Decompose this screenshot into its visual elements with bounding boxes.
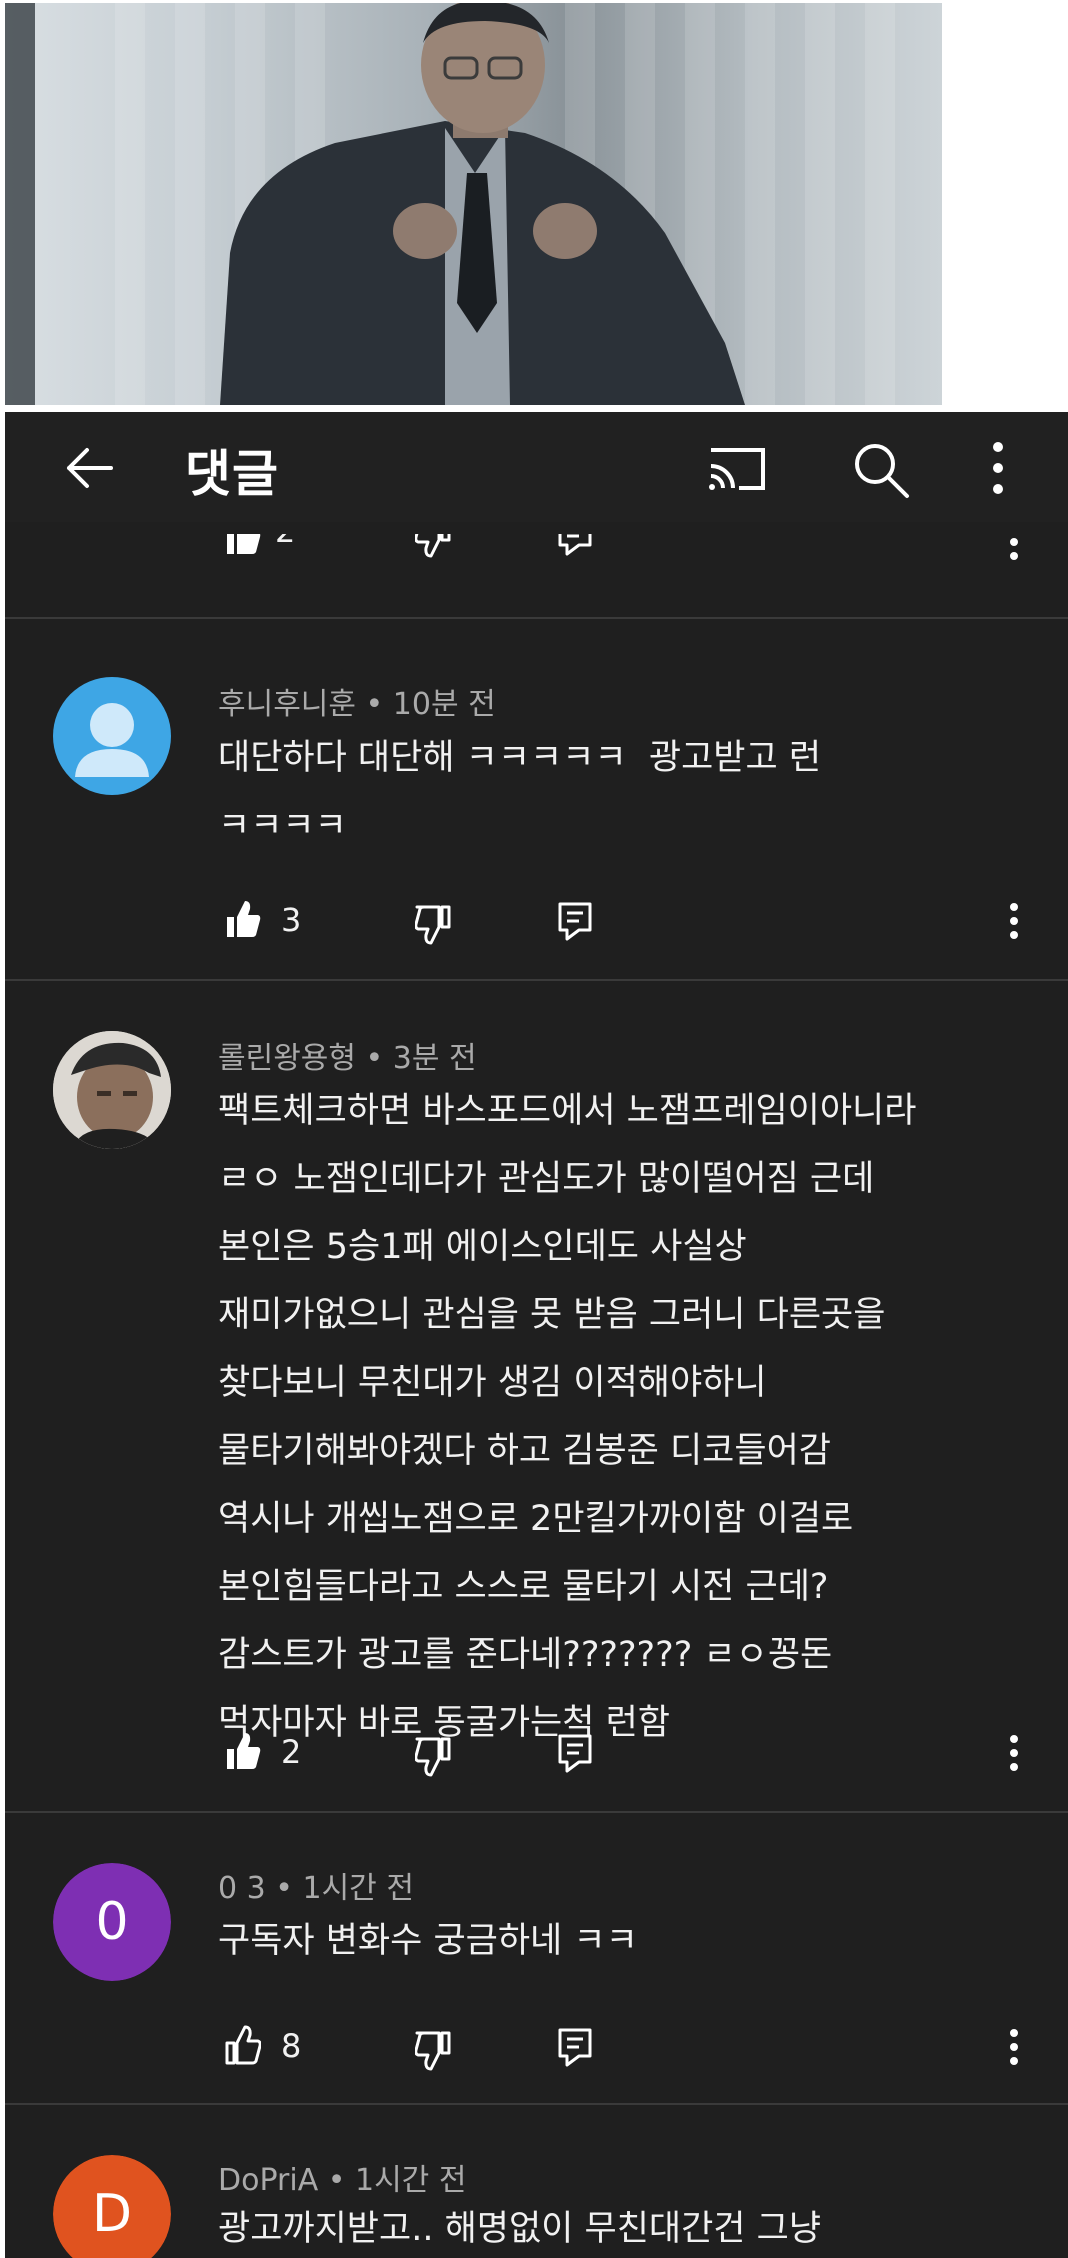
search-icon[interactable]: [851, 440, 911, 500]
default-person-icon: [75, 703, 149, 777]
more-vert-icon[interactable]: [990, 440, 1006, 496]
like-count: 2: [281, 1733, 302, 1771]
dislike-icon[interactable]: [415, 1737, 451, 1777]
comment-menu-icon[interactable]: [1009, 2029, 1019, 2065]
comment-text: 광고까지받고.. 해명없이 무친대간건 그냥: [218, 2209, 822, 2249]
avatar[interactable]: D: [53, 2155, 171, 2258]
comments-screen: 댓글 2: [5, 412, 1068, 2258]
avatar[interactable]: [53, 1031, 171, 1149]
video-thumbnail: [5, 3, 942, 405]
comment-author[interactable]: 롤린왕용형: [218, 1041, 356, 1076]
page-title: 댓글: [185, 445, 279, 503]
like-count: 2: [275, 534, 295, 550]
comment-menu-icon[interactable]: [1009, 1735, 1019, 1771]
avatar[interactable]: [53, 677, 171, 795]
comment-text: 대단하다 대단해 ㅋㅋㅋㅋㅋ 광고받고 런 ㅋㅋㅋㅋ: [218, 738, 822, 846]
comment-item: 후니후니훈 • 10분 전 대단하다 대단해 ㅋㅋㅋㅋㅋ 광고받고 런 ㅋㅋㅋㅋ…: [5, 617, 1068, 979]
like-count: 3: [281, 901, 302, 939]
reply-icon[interactable]: [557, 1733, 593, 1773]
avatar[interactable]: 0: [53, 1863, 171, 1981]
comment-item: 롤린왕용형 • 3분 전 팩트체크하면 바스포드에서 노잼프레임이아니라 ㄹㅇ …: [5, 979, 1068, 1811]
comment-meta: 후니후니훈 • 10분 전: [218, 687, 496, 722]
comment-actions: 2: [5, 1729, 1068, 1779]
comment-meta: 0 3 • 1시간 전: [218, 1871, 414, 1906]
comment-time: 1시간 전: [302, 1871, 414, 1906]
comment-actions-partial: 2: [5, 534, 1068, 564]
comment-item: 0 0 3 • 1시간 전 구독자 변화수 궁금하네 ㅋㅋ 8: [5, 1811, 1068, 2103]
like-filled-icon[interactable]: [225, 534, 261, 556]
comment-author[interactable]: 후니후니훈: [218, 687, 356, 722]
comment-actions: 3: [5, 897, 1068, 947]
avatar-letter: 0: [53, 1863, 171, 1981]
comment-author[interactable]: DoPriA: [218, 2163, 318, 2198]
comment-item: D DoPriA • 1시간 전 광고까지받고.. 해명없이 무친대간건 그냥: [5, 2103, 1068, 2258]
reply-icon[interactable]: [557, 534, 593, 556]
comment-time: 3분 전: [392, 1041, 477, 1076]
comment-menu-icon[interactable]: [1009, 534, 1019, 560]
cast-icon[interactable]: [705, 442, 769, 494]
dislike-icon[interactable]: [415, 2031, 451, 2071]
reply-icon[interactable]: [557, 2027, 593, 2067]
dislike-icon[interactable]: [415, 534, 451, 558]
reply-icon[interactable]: [557, 901, 593, 941]
comment-meta: 롤린왕용형 • 3분 전: [218, 1041, 477, 1076]
comment-menu-icon[interactable]: [1009, 903, 1019, 939]
comment-text: 구독자 변화수 궁금하네 ㅋㅋ: [218, 1921, 638, 1961]
avatar-letter: D: [53, 2155, 171, 2258]
dislike-icon[interactable]: [415, 905, 451, 945]
comment-text: 팩트체크하면 바스포드에서 노잼프레임이아니라 ㄹㅇ 노잼인데다가 관심도가 많…: [218, 1091, 917, 1743]
like-count: 8: [281, 2027, 302, 2065]
top-app-bar: 댓글: [5, 412, 1068, 522]
like-filled-icon[interactable]: [225, 899, 261, 939]
user-photo-avatar: [53, 1031, 171, 1149]
arrow-back-icon[interactable]: [61, 440, 117, 496]
like-filled-icon[interactable]: [225, 1731, 261, 1771]
comment-actions: 8: [5, 2023, 1068, 2073]
comment-time: 1시간 전: [355, 2163, 467, 2198]
comment-time: 10분 전: [392, 687, 496, 722]
comment-author[interactable]: 0 3: [218, 1871, 266, 1906]
like-outline-icon[interactable]: [225, 2025, 261, 2065]
comment-meta: DoPriA • 1시간 전: [218, 2163, 467, 2198]
